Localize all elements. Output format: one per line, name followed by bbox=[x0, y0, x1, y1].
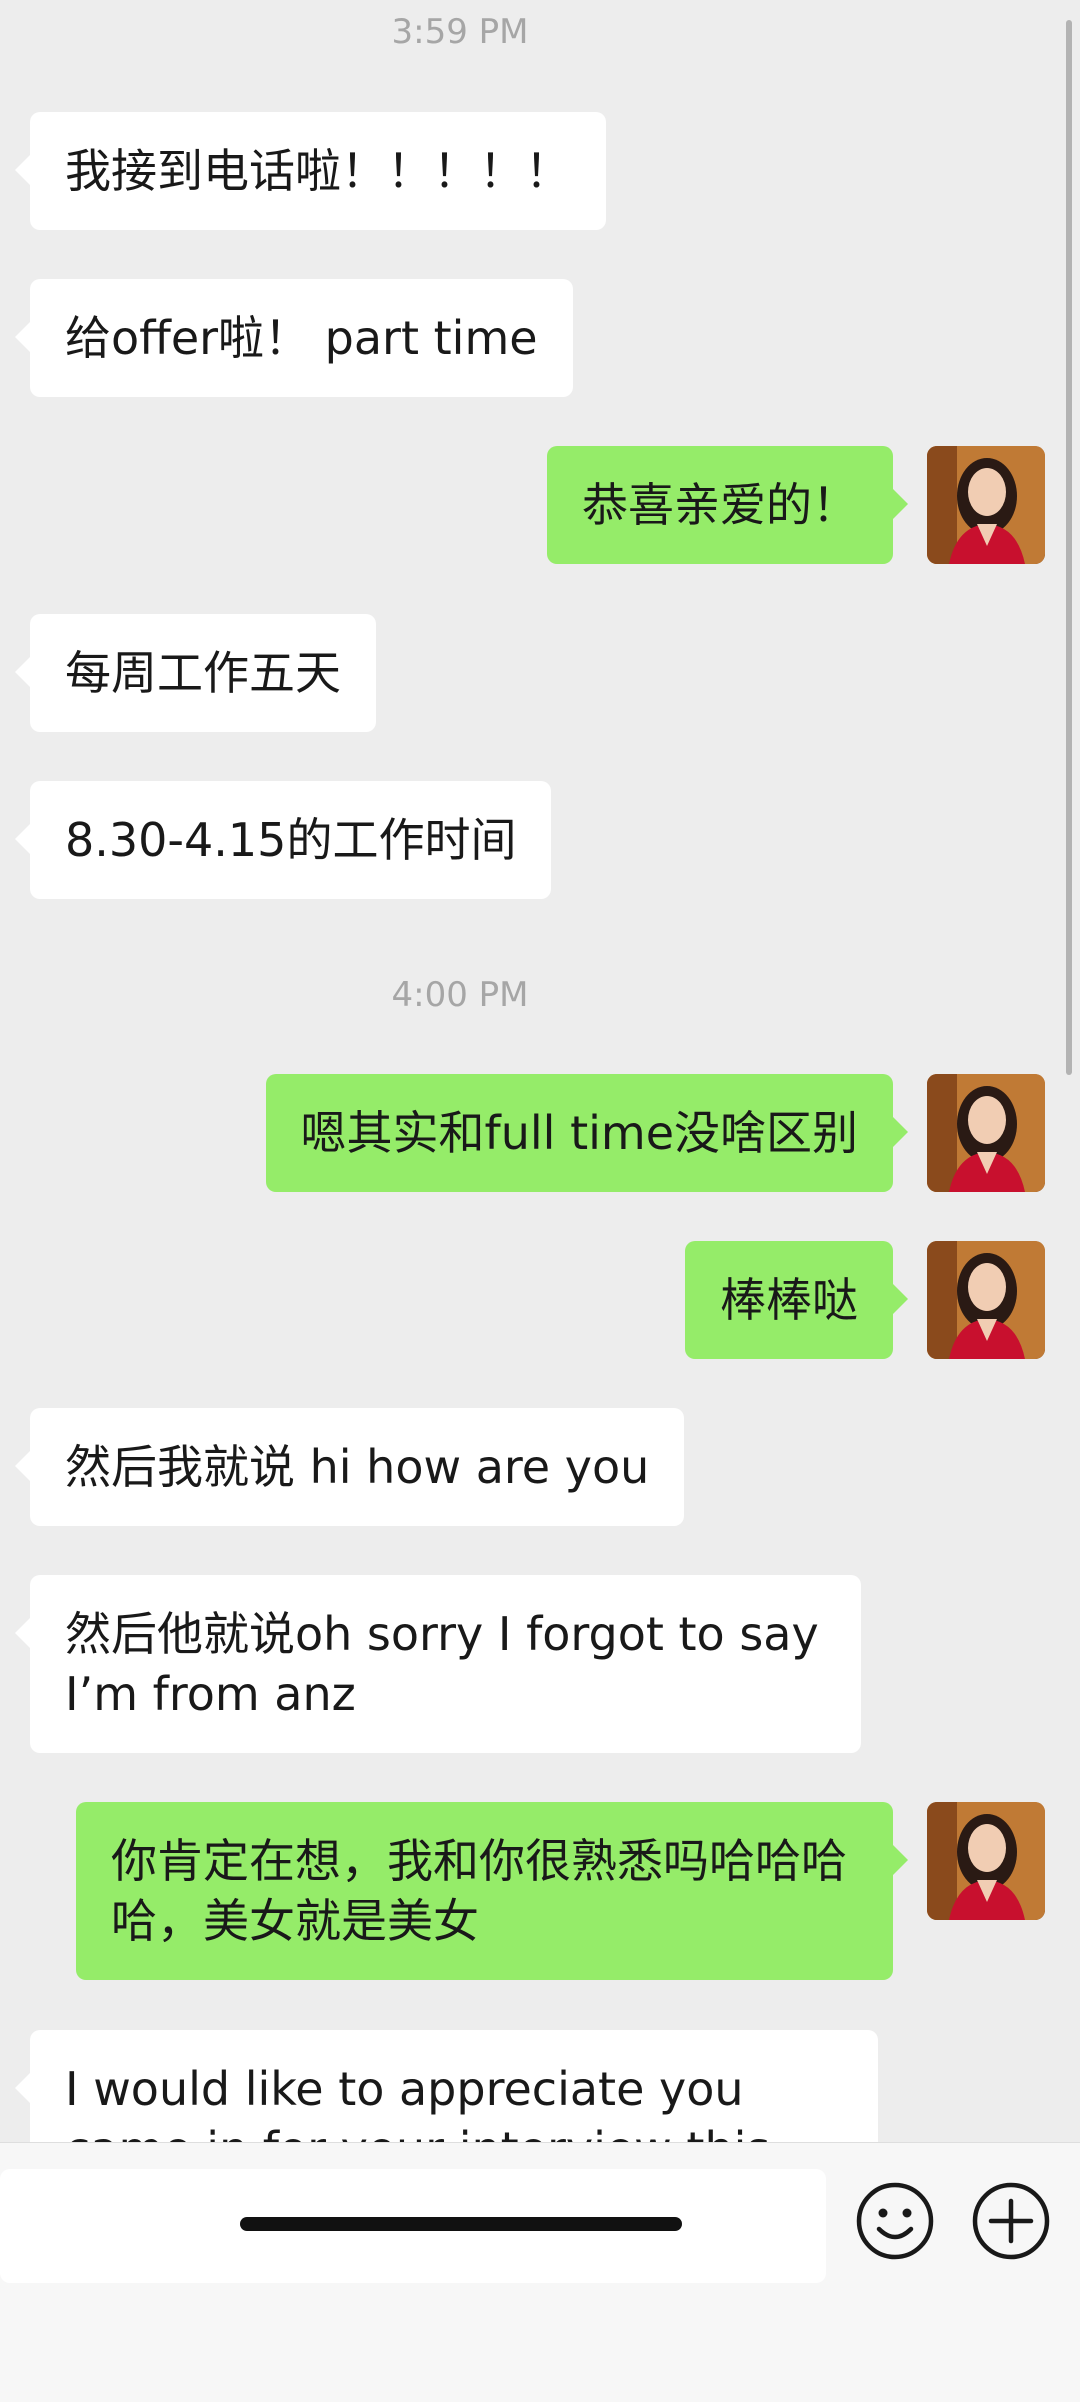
scrollbar[interactable] bbox=[1066, 20, 1072, 1075]
outgoing-message[interactable]: 棒棒哒 bbox=[685, 1241, 908, 1359]
incoming-message[interactable]: 我接到电话啦！！！！！ bbox=[15, 112, 606, 230]
incoming-message[interactable]: I would like to appreciate you came in f… bbox=[15, 2030, 878, 2142]
incoming-message[interactable]: 每周工作五天 bbox=[15, 614, 376, 732]
chat-area[interactable]: 3:59 PM 我接到电话啦！！！！！ 给offer啦！ part time 恭… bbox=[0, 0, 1080, 2142]
outgoing-message[interactable]: 嗯其实和full time没啥区别 bbox=[265, 1074, 909, 1192]
avatar-portrait bbox=[927, 1802, 1045, 1920]
emoji-button[interactable] bbox=[855, 2181, 935, 2261]
incoming-message[interactable]: 给offer啦！ part time bbox=[15, 279, 573, 397]
timestamp: 4:00 PM bbox=[391, 975, 529, 1015]
input-bar bbox=[0, 2142, 1080, 2402]
plus-circle-icon bbox=[972, 2182, 1050, 2260]
outgoing-message[interactable]: 你肯定在想，我和你很熟悉吗哈哈哈哈，美女就是美女 bbox=[76, 1802, 908, 1980]
my-avatar[interactable] bbox=[927, 1802, 1045, 1920]
outgoing-message[interactable]: 恭喜亲爱的！ bbox=[547, 446, 908, 564]
my-avatar[interactable] bbox=[927, 446, 1045, 564]
avatar-portrait bbox=[927, 446, 1045, 564]
incoming-message[interactable]: 8.30-4.15的工作时间 bbox=[14, 781, 552, 899]
incoming-message[interactable]: 然后我就说 hi how are you bbox=[14, 1408, 685, 1526]
emoji-icon bbox=[856, 2182, 934, 2260]
avatar-portrait bbox=[927, 1241, 1045, 1359]
timestamp: 3:59 PM bbox=[391, 12, 529, 52]
avatar-portrait bbox=[927, 1074, 1045, 1192]
my-avatar[interactable] bbox=[927, 1074, 1045, 1192]
my-avatar[interactable] bbox=[927, 1241, 1045, 1359]
more-button[interactable] bbox=[971, 2181, 1051, 2261]
home-indicator[interactable] bbox=[240, 2217, 682, 2231]
incoming-message[interactable]: 然后他就说oh sorry I forgot to say I’m from a… bbox=[15, 1575, 861, 1753]
